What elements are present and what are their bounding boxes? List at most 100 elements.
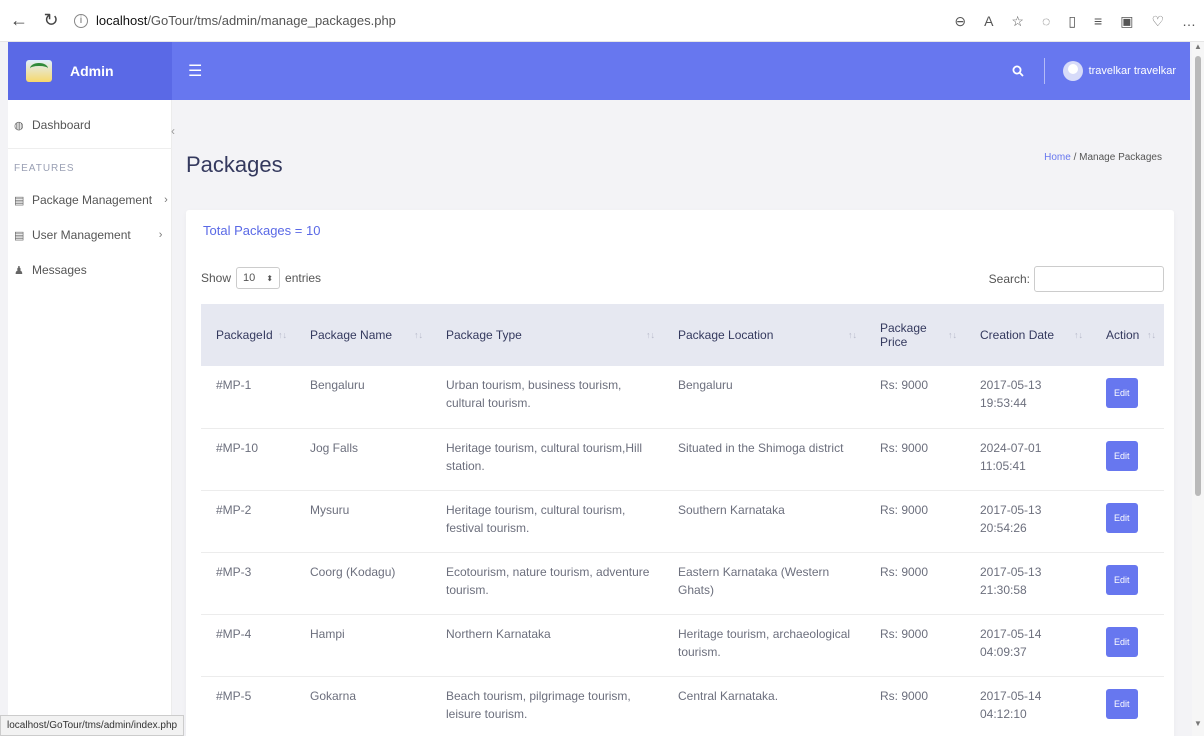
cell-action: Edit [1091, 428, 1164, 490]
cell-package-name: Coorg (Kodagu) [310, 564, 396, 579]
column-header-label: Package Type [446, 328, 522, 342]
split-screen-icon[interactable]: ▯ [1068, 13, 1076, 30]
more-icon[interactable]: … [1182, 13, 1196, 29]
sidebar-item-package-management[interactable]: ▤ Package Management › [8, 193, 168, 207]
cell-package-location: Eastern Karnataka (Western Ghats) [678, 564, 830, 597]
back-icon[interactable]: ← [6, 8, 32, 34]
sidebar-item-messages[interactable]: ♟ Messages [8, 263, 87, 277]
sidebar-divider [8, 148, 172, 149]
sidebar-item-label: Dashboard [32, 118, 91, 132]
read-aloud-icon[interactable]: A [984, 13, 993, 29]
hamburger-icon[interactable]: ☰ [188, 61, 202, 81]
cell-package-type: Heritage tourism, cultural tourism, fest… [446, 502, 626, 535]
search-label: Search: [988, 272, 1030, 286]
user-name[interactable]: travelkar travelkar [1089, 65, 1176, 77]
collapse-sidebar-icon[interactable]: ‹ [171, 124, 175, 138]
refresh-icon[interactable]: ↻ [38, 8, 64, 34]
status-bar-link: localhost/GoTour/tms/admin/index.php [0, 715, 185, 736]
column-header-packageid[interactable]: PackageId ↑↓ [201, 304, 295, 366]
favorites-icon[interactable]: ≡ [1094, 13, 1102, 29]
address-bar[interactable]: i localhost/GoTour/tms/admin/manage_pack… [74, 13, 396, 28]
sidebar-item-label: Messages [32, 263, 87, 277]
cell-package-id: #MP-3 [216, 564, 252, 579]
edit-button[interactable]: Edit [1106, 378, 1138, 408]
cell-package-type: Urban tourism, business tourism, cultura… [446, 378, 622, 410]
extensions-icon[interactable]: ◌ [1042, 13, 1050, 29]
table-header-row: PackageId ↑↓ Package Name ↑↓ Package Type ↑… [201, 304, 1164, 366]
sort-icon: ↑↓ [848, 330, 857, 340]
total-packages: Total Packages = 10 [203, 223, 321, 238]
breadcrumb: Home / Manage Packages [1044, 152, 1162, 163]
scroll-down-icon[interactable]: ▼ [1194, 719, 1202, 728]
table-row: #MP-4 Hampi Northern Karnataka Heritage … [201, 614, 1164, 676]
table-row: #MP-5 Gokarna Beach tourism, pilgrimage … [201, 676, 1164, 736]
brand[interactable]: Admin [8, 42, 172, 100]
sort-icon: ↑↓ [948, 330, 957, 340]
entries-value: 10 [243, 272, 256, 284]
column-header-action[interactable]: Action ↑↓ [1091, 304, 1164, 366]
collections-icon[interactable]: ▣ [1120, 13, 1133, 30]
cell-action: Edit [1091, 366, 1164, 428]
column-header-package-type[interactable]: Package Type ↑↓ [431, 304, 663, 366]
info-icon[interactable]: i [74, 13, 88, 28]
search-icon[interactable] [1012, 58, 1045, 84]
entries-select[interactable]: 10 ⬍ [236, 267, 281, 289]
show-entries: Show 10 ⬍ entries [201, 267, 321, 289]
logo [26, 60, 52, 82]
cell-package-id: #MP-10 [216, 440, 259, 455]
sidebar-item-user-management[interactable]: ▤ User Management › [8, 228, 162, 242]
scroll-thumb[interactable] [1195, 56, 1201, 496]
cell-package-location: Southern Karnataka [678, 502, 785, 517]
cell-package-price: Rs: 9000 [880, 688, 929, 703]
edit-button[interactable]: Edit [1106, 440, 1138, 471]
search-input[interactable] [1034, 266, 1164, 292]
list-icon: ▤ [14, 194, 25, 207]
scroll-up-icon[interactable]: ▲ [1194, 42, 1202, 51]
url-host: localhost [96, 13, 148, 28]
table-row: #MP-10 Jog Falls Heritage tourism, cultu… [201, 428, 1164, 490]
avatar[interactable] [1062, 61, 1083, 81]
header-right: travelkar travelkar [1012, 42, 1190, 100]
column-header-label: Package Location [678, 328, 774, 342]
edit-button[interactable]: Edit [1106, 626, 1138, 657]
cell-package-name: Bengaluru [310, 378, 365, 392]
sidebar-heading: FEATURES [14, 163, 75, 174]
cell-package-name: Gokarna [310, 688, 357, 703]
cell-package-price: Rs: 9000 [880, 564, 929, 579]
favorite-star-icon[interactable]: ☆ [1011, 13, 1024, 30]
breadcrumb-home[interactable]: Home [1044, 152, 1071, 163]
cell-creation-date: 2017-05-13 21:30:58 [980, 564, 1042, 597]
sidebar-item-dashboard[interactable]: ◍ Dashboard [8, 118, 91, 132]
page-scrollbar[interactable]: ▲ ▼ [1192, 42, 1204, 736]
user-icon: ♟ [14, 264, 24, 277]
column-header-package-location[interactable]: Package Location ↑↓ [663, 304, 865, 366]
cell-package-price: Rs: 9000 [880, 502, 929, 517]
cell-package-type: Northern Karnataka [446, 626, 551, 641]
edit-button[interactable]: Edit [1106, 502, 1138, 533]
packages-card: Total Packages = 10 Show 10 ⬍ entries Se… [186, 210, 1174, 736]
cell-action: Edit [1091, 552, 1164, 614]
show-label: Show [201, 271, 232, 285]
cell-creation-date: 2017-05-13 20:54:26 [980, 502, 1042, 535]
column-header-package-price[interactable]: Package Price ↑↓ [865, 304, 965, 366]
packages-table: PackageId ↑↓ Package Name ↑↓ Package Type ↑… [201, 304, 1164, 736]
cell-package-location: Central Karnataka. [678, 688, 779, 703]
cell-package-location: Heritage tourism, archaeological tourism… [678, 626, 851, 659]
page-title: Packages [186, 152, 283, 177]
list-icon: ▤ [14, 229, 25, 242]
cell-creation-date: 2017-05-13 19:53:44 [980, 378, 1042, 410]
cell-package-name: Hampi [310, 626, 345, 641]
edit-button[interactable]: Edit [1106, 564, 1138, 595]
cell-package-name: Jog Falls [310, 440, 359, 455]
performance-icon[interactable]: ♡ [1151, 13, 1164, 30]
sidebar: ◍ Dashboard FEATURES ▤ Package Managemen… [8, 100, 172, 736]
cell-package-type: Beach tourism, pilgrimage tourism, leisu… [446, 688, 631, 721]
column-header-label: Creation Date [980, 328, 1055, 342]
edit-button[interactable]: Edit [1106, 688, 1138, 719]
sort-icon: ↑↓ [1074, 330, 1083, 340]
column-header-package-name[interactable]: Package Name ↑↓ [295, 304, 431, 366]
column-header-creation-date[interactable]: Creation Date ↑↓ [965, 304, 1091, 366]
cell-package-price: Rs: 9000 [880, 378, 929, 392]
cell-package-id: #MP-2 [216, 502, 252, 517]
zoom-icon[interactable]: ⊖ [954, 13, 966, 30]
